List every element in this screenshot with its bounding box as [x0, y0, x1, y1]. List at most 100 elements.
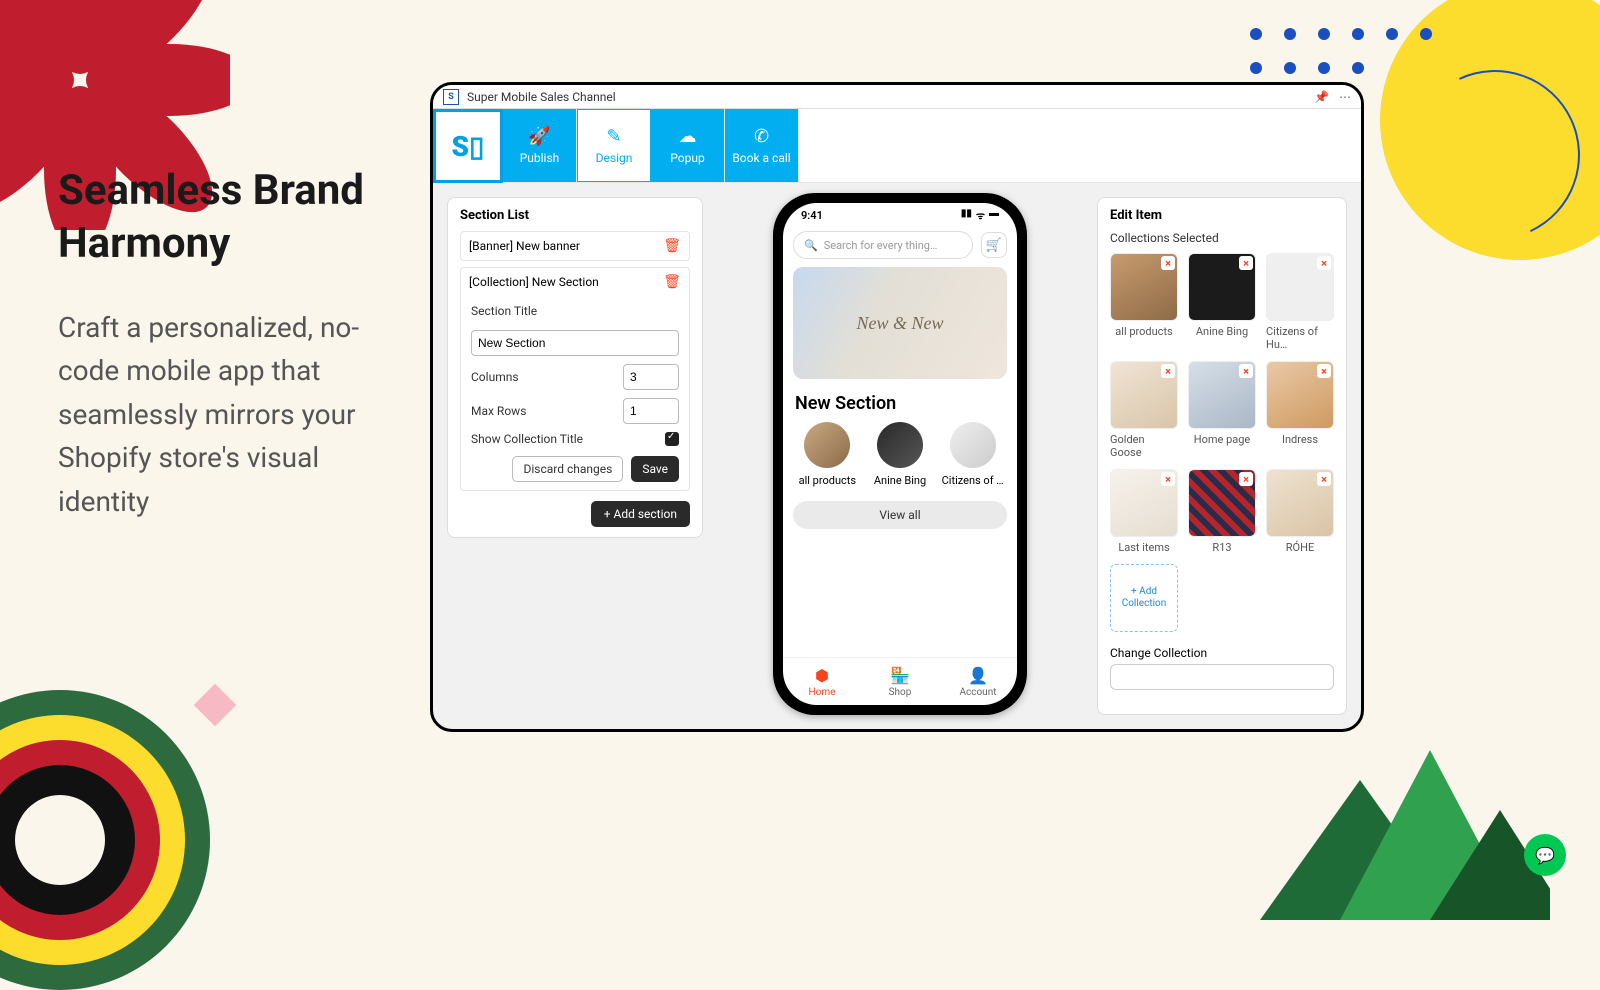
showtitle-label: Show Collection Title: [471, 432, 583, 446]
home-icon: ⬢: [815, 666, 829, 685]
nav-publish[interactable]: 🚀 Publish: [503, 109, 577, 182]
window-title: Super Mobile Sales Channel: [467, 90, 616, 104]
remove-icon[interactable]: ×: [1161, 256, 1175, 270]
collection-name: all products: [1115, 325, 1172, 338]
collection-item[interactable]: × R13: [1188, 469, 1256, 554]
phone-statusbar: 9:41 ▮▮ ᯤ ▬: [783, 203, 1017, 227]
nav-design[interactable]: ✎ Design: [577, 109, 651, 182]
nav-design-label: Design: [596, 151, 633, 165]
remove-icon[interactable]: ×: [1161, 472, 1175, 486]
section-list-panel: Section List [Banner] New banner 🗑 [Coll…: [447, 197, 703, 538]
section-title-input[interactable]: [471, 330, 679, 356]
remove-icon[interactable]: ×: [1239, 364, 1253, 378]
section-title-label: Section Title: [471, 304, 679, 318]
collection-item[interactable]: × Anine Bing: [1188, 253, 1256, 351]
account-icon: 👤: [968, 666, 988, 685]
app-logo-icon: S: [443, 89, 459, 105]
collection-label: all products: [799, 474, 856, 487]
edit-icon: ✎: [606, 126, 621, 147]
collection-item[interactable]: × RÓHE: [1266, 469, 1334, 554]
collection-name: Anine Bing: [1196, 325, 1248, 338]
battery-icon: ▬: [989, 208, 999, 222]
view-all-button[interactable]: View all: [793, 501, 1007, 529]
remove-icon[interactable]: ×: [1317, 472, 1331, 486]
cloud-upload-icon: ☁: [679, 126, 697, 147]
section-row-collection[interactable]: [Collection] New Section 🗑: [460, 267, 690, 296]
tab-shop[interactable]: 🏪 Shop: [861, 658, 939, 705]
pin-icon[interactable]: 📌: [1314, 90, 1329, 104]
decor-rings: [0, 690, 210, 990]
columns-label: Columns: [471, 370, 519, 384]
collection-circle[interactable]: Anine Bing: [865, 422, 935, 487]
remove-icon[interactable]: ×: [1161, 364, 1175, 378]
banner-text: New & New: [856, 313, 943, 334]
collection-item[interactable]: × Golden Goose: [1110, 361, 1178, 459]
chat-bubble-button[interactable]: 💬: [1524, 834, 1566, 876]
remove-icon[interactable]: ×: [1317, 256, 1331, 270]
nav-book-call[interactable]: ✆ Book a call: [725, 109, 799, 182]
section-row-banner-label: [Banner] New banner: [469, 239, 580, 253]
maxrows-label: Max Rows: [471, 404, 526, 418]
search-icon: 🔍: [804, 239, 818, 252]
section-list-title: Section List: [460, 208, 690, 223]
discard-button[interactable]: Discard changes: [512, 456, 623, 482]
collection-circle[interactable]: Citizens of …: [938, 422, 1008, 487]
collection-name: Citizens of Hu…: [1266, 325, 1334, 351]
nav-popup[interactable]: ☁ Popup: [651, 109, 725, 182]
hero-banner[interactable]: New & New: [793, 267, 1007, 379]
add-section-button[interactable]: + Add section: [591, 501, 690, 527]
nav-popup-label: Popup: [670, 151, 704, 165]
remove-icon[interactable]: ×: [1239, 472, 1253, 486]
trash-icon[interactable]: 🗑: [663, 238, 681, 254]
nav-publish-label: Publish: [520, 151, 560, 165]
tab-home[interactable]: ⬢ Home: [783, 658, 861, 705]
section-row-banner[interactable]: [Banner] New banner 🗑: [460, 231, 690, 261]
window-titlebar: S Super Mobile Sales Channel 📌 ⋯: [433, 85, 1361, 109]
collection-name: Home page: [1194, 433, 1251, 446]
maxrows-input[interactable]: [623, 398, 679, 424]
hero-heading: Seamless Brand Harmony: [58, 165, 388, 270]
showtitle-checkbox[interactable]: [665, 432, 679, 446]
collection-item[interactable]: × Indress: [1266, 361, 1334, 459]
shop-icon: 🏪: [890, 666, 910, 685]
collection-name: Indress: [1282, 433, 1318, 446]
collection-item[interactable]: × Home page: [1188, 361, 1256, 459]
trash-icon[interactable]: 🗑: [663, 274, 681, 290]
remove-icon[interactable]: ×: [1317, 364, 1331, 378]
brand-logo: S▯: [433, 109, 503, 183]
collection-name: Last items: [1118, 541, 1169, 554]
collection-name: R13: [1212, 541, 1231, 554]
add-collection-button[interactable]: + Add Collection: [1110, 564, 1178, 632]
cart-button[interactable]: 🛒: [981, 232, 1007, 258]
search-input[interactable]: 🔍 Search for every thing…: [793, 231, 973, 259]
change-collection-input[interactable]: [1110, 664, 1334, 690]
collection-name: Golden Goose: [1110, 433, 1178, 459]
edit-item-panel: Edit Item Collections Selected ×all prod…: [1097, 197, 1347, 715]
remove-icon[interactable]: ×: [1239, 256, 1253, 270]
collection-item[interactable]: × Citizens of Hu…: [1266, 253, 1334, 351]
tab-account[interactable]: 👤 Account: [939, 658, 1017, 705]
change-collection-label: Change Collection: [1110, 646, 1334, 660]
status-time: 9:41: [801, 209, 823, 222]
collection-thumb: [804, 422, 850, 468]
tab-shop-label: Shop: [889, 687, 912, 698]
decor-mountains: [1200, 720, 1550, 920]
collection-name: RÓHE: [1286, 541, 1314, 554]
rocket-icon: 🚀: [528, 126, 550, 147]
save-button[interactable]: Save: [631, 456, 679, 482]
collection-circle[interactable]: all products: [792, 422, 862, 487]
columns-input[interactable]: [623, 364, 679, 390]
top-nav: S▯ 🚀 Publish ✎ Design ☁ Popup ✆ Book a c…: [433, 109, 1361, 183]
chat-icon: 💬: [1535, 846, 1555, 865]
collection-item[interactable]: × Last items: [1110, 469, 1178, 554]
more-icon[interactable]: ⋯: [1339, 90, 1351, 104]
collection-thumb: [877, 422, 923, 468]
tab-home-label: Home: [809, 687, 836, 698]
phone-preview: 9:41 ▮▮ ᯤ ▬ 🔍 Search for every thing… 🛒: [773, 193, 1027, 715]
hero-body: Craft a personalized, no-code mobile app…: [58, 306, 388, 523]
tab-account-label: Account: [959, 687, 996, 698]
preview-section-title: New Section: [795, 393, 1005, 414]
collection-item[interactable]: × all products: [1110, 253, 1178, 351]
phone-icon: ✆: [754, 126, 769, 147]
search-placeholder: Search for every thing…: [824, 239, 938, 252]
